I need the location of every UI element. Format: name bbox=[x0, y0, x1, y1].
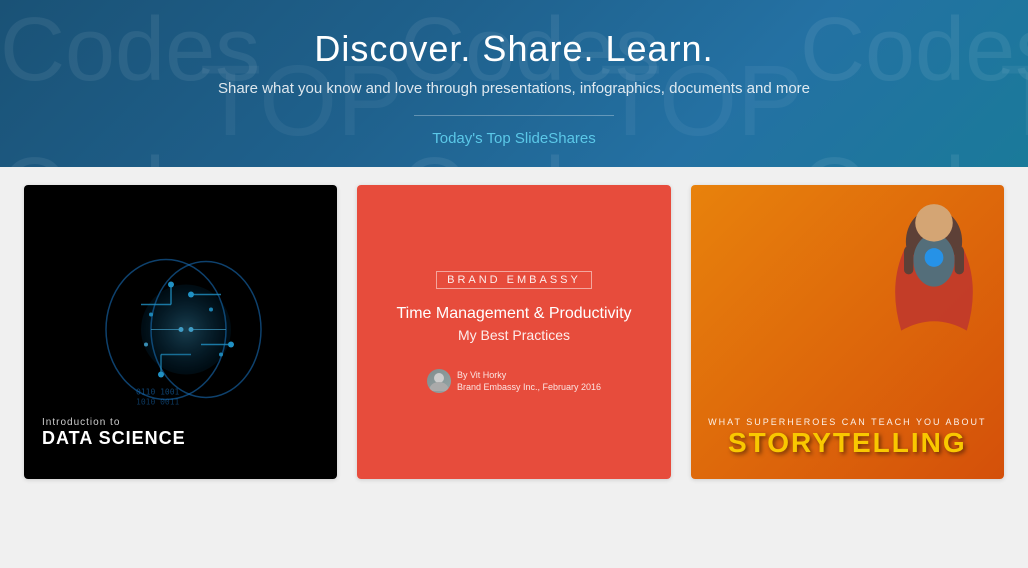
tm-author-text: By Vit Horky Brand Embassy Inc., Februar… bbox=[457, 369, 601, 394]
data-science-text: Introduction to DATA SCIENCE bbox=[42, 417, 186, 449]
svg-text:1010 0011: 1010 0011 bbox=[136, 398, 180, 407]
hero-divider bbox=[414, 115, 614, 116]
svg-text:0110 1001: 0110 1001 bbox=[136, 388, 180, 397]
thumbnail-time-management[interactable]: BRAND EMBASSY Time Management & Producti… bbox=[357, 185, 670, 479]
thumbnail-storytelling[interactable]: WHAT SUPERHEROES CAN TEACH YOU ABOUT STO… bbox=[691, 185, 1004, 479]
ds-intro-text: Introduction to bbox=[42, 417, 186, 428]
card-data-science: 0110 1001 1010 0011 Introduction to DATA… bbox=[24, 185, 337, 479]
tm-title: Time Management & Productivity bbox=[396, 305, 631, 323]
hero-today-label[interactable]: Today's Top SlideShares bbox=[20, 130, 1008, 147]
story-text-container: WHAT SUPERHEROES CAN TEACH YOU ABOUT STO… bbox=[691, 417, 1004, 459]
card-time-management: BRAND EMBASSY Time Management & Producti… bbox=[357, 185, 670, 479]
card-storytelling: WHAT SUPERHEROES CAN TEACH YOU ABOUT STO… bbox=[691, 185, 1004, 479]
brand-label: BRAND EMBASSY bbox=[436, 271, 592, 289]
superhero-figure-image bbox=[884, 190, 984, 340]
author-avatar-image bbox=[427, 369, 451, 393]
ds-main-text: DATA SCIENCE bbox=[42, 428, 186, 449]
brain-circuit-image: 0110 1001 1010 0011 bbox=[81, 245, 281, 420]
author-avatar bbox=[427, 369, 451, 393]
tm-author-name: By Vit Horky bbox=[457, 369, 601, 382]
tm-author-detail: Brand Embassy Inc., February 2016 bbox=[457, 381, 601, 394]
hero-title: Discover. Share. Learn. bbox=[20, 28, 1008, 70]
story-what-text: WHAT SUPERHEROES CAN TEACH YOU ABOUT bbox=[691, 417, 1004, 427]
story-main-text: STORYTELLING bbox=[691, 427, 1004, 459]
tm-subtitle: My Best Practices bbox=[458, 327, 570, 343]
hero-subtitle: Share what you know and love through pre… bbox=[20, 80, 1008, 97]
hero-section: Discover. Share. Learn. Share what you k… bbox=[0, 0, 1028, 167]
thumbnail-data-science[interactable]: 0110 1001 1010 0011 Introduction to DATA… bbox=[24, 185, 337, 479]
cards-section: 0110 1001 1010 0011 Introduction to DATA… bbox=[0, 167, 1028, 509]
tm-author-row: By Vit Horky Brand Embassy Inc., Februar… bbox=[427, 369, 601, 394]
cards-grid: 0110 1001 1010 0011 Introduction to DATA… bbox=[24, 185, 1004, 479]
